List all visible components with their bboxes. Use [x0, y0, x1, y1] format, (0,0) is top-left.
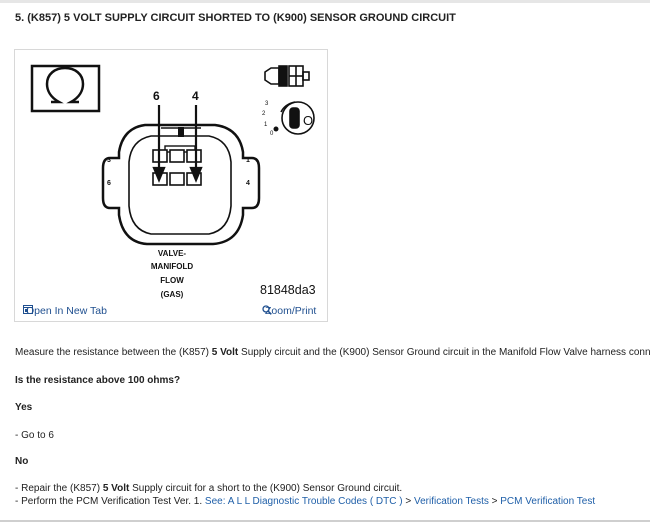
no-heading: No [15, 456, 29, 467]
measure-text-bold: 5 Volt [211, 347, 239, 358]
figure-code: 81848da3 [260, 283, 316, 297]
yes-action-item: - Go to 6 [15, 430, 54, 441]
zoom-print-label: Zoom/Print [265, 305, 317, 317]
zoom-print-link[interactable]: Zoom/Print [262, 305, 316, 317]
connector-figure: 6 4 3 6 1 4 3 2 1 0 O VALVE- MANIFOLD FL… [14, 49, 328, 322]
question-text: Is the resistance above 100 ohms? [15, 375, 181, 386]
key-pos-1: 1 [264, 122, 268, 128]
pin-label-top-left: 6 [153, 89, 160, 103]
no-action-item-1: - Repair the (K857) 5 Volt Supply circui… [15, 483, 402, 494]
side-label-left-top: 3 [107, 157, 111, 164]
valve-label-line3: FLOW [160, 276, 184, 285]
no-item2-pre: - Perform the PCM Verification Test Ver.… [15, 496, 205, 507]
breadcrumb-separator: > [402, 496, 414, 507]
key-pos-2: 2 [262, 111, 266, 117]
valve-label-line1: VALVE- [157, 249, 187, 258]
open-in-new-tab-link[interactable]: Open In New Tab [23, 305, 107, 317]
key-letter: O [303, 113, 313, 128]
side-label-right-bottom: 4 [246, 180, 250, 187]
dtc-link[interactable]: See: A L L Diagnostic Trouble Codes ( DT… [205, 496, 403, 507]
connector-plug-icon [264, 65, 310, 87]
top-divider [0, 0, 650, 3]
step-title: 5. (K857) 5 VOLT SUPPLY CIRCUIT SHORTED … [15, 12, 456, 24]
pcm-verification-test-link[interactable]: PCM Verification Test [500, 496, 595, 507]
valve-label-line2: MANIFOLD [150, 262, 194, 271]
no-item1-pre: - Repair the (K857) [15, 483, 103, 494]
side-label-left-bottom: 6 [107, 180, 111, 187]
measure-instruction: Measure the resistance between the (K857… [15, 347, 650, 358]
pin-label-top-right: 4 [192, 89, 199, 103]
key-position-dot [273, 126, 279, 132]
no-item1-post: Supply circuit for a short to the (K900)… [129, 483, 403, 494]
measure-text-pre: Measure the resistance between the (K857… [15, 347, 212, 358]
yes-heading: Yes [15, 402, 33, 413]
key-pos-3: 3 [265, 101, 269, 107]
key-pos-0: 0 [270, 131, 274, 137]
side-label-right-top: 1 [246, 157, 250, 164]
probe-arrows [152, 105, 203, 183]
no-action-item-2: - Perform the PCM Verification Test Ver.… [15, 496, 595, 507]
breadcrumb-separator: > [488, 496, 501, 507]
valve-label-line4: (GAS) [160, 290, 184, 299]
measure-text-post: Supply circuit and the (K900) Sensor Gro… [238, 347, 650, 358]
no-item1-bold: 5 Volt [102, 483, 130, 494]
verification-tests-link[interactable]: Verification Tests [414, 496, 489, 507]
ohm-symbol-icon [30, 64, 101, 113]
open-in-new-tab-label: Open In New Tab [26, 305, 107, 317]
